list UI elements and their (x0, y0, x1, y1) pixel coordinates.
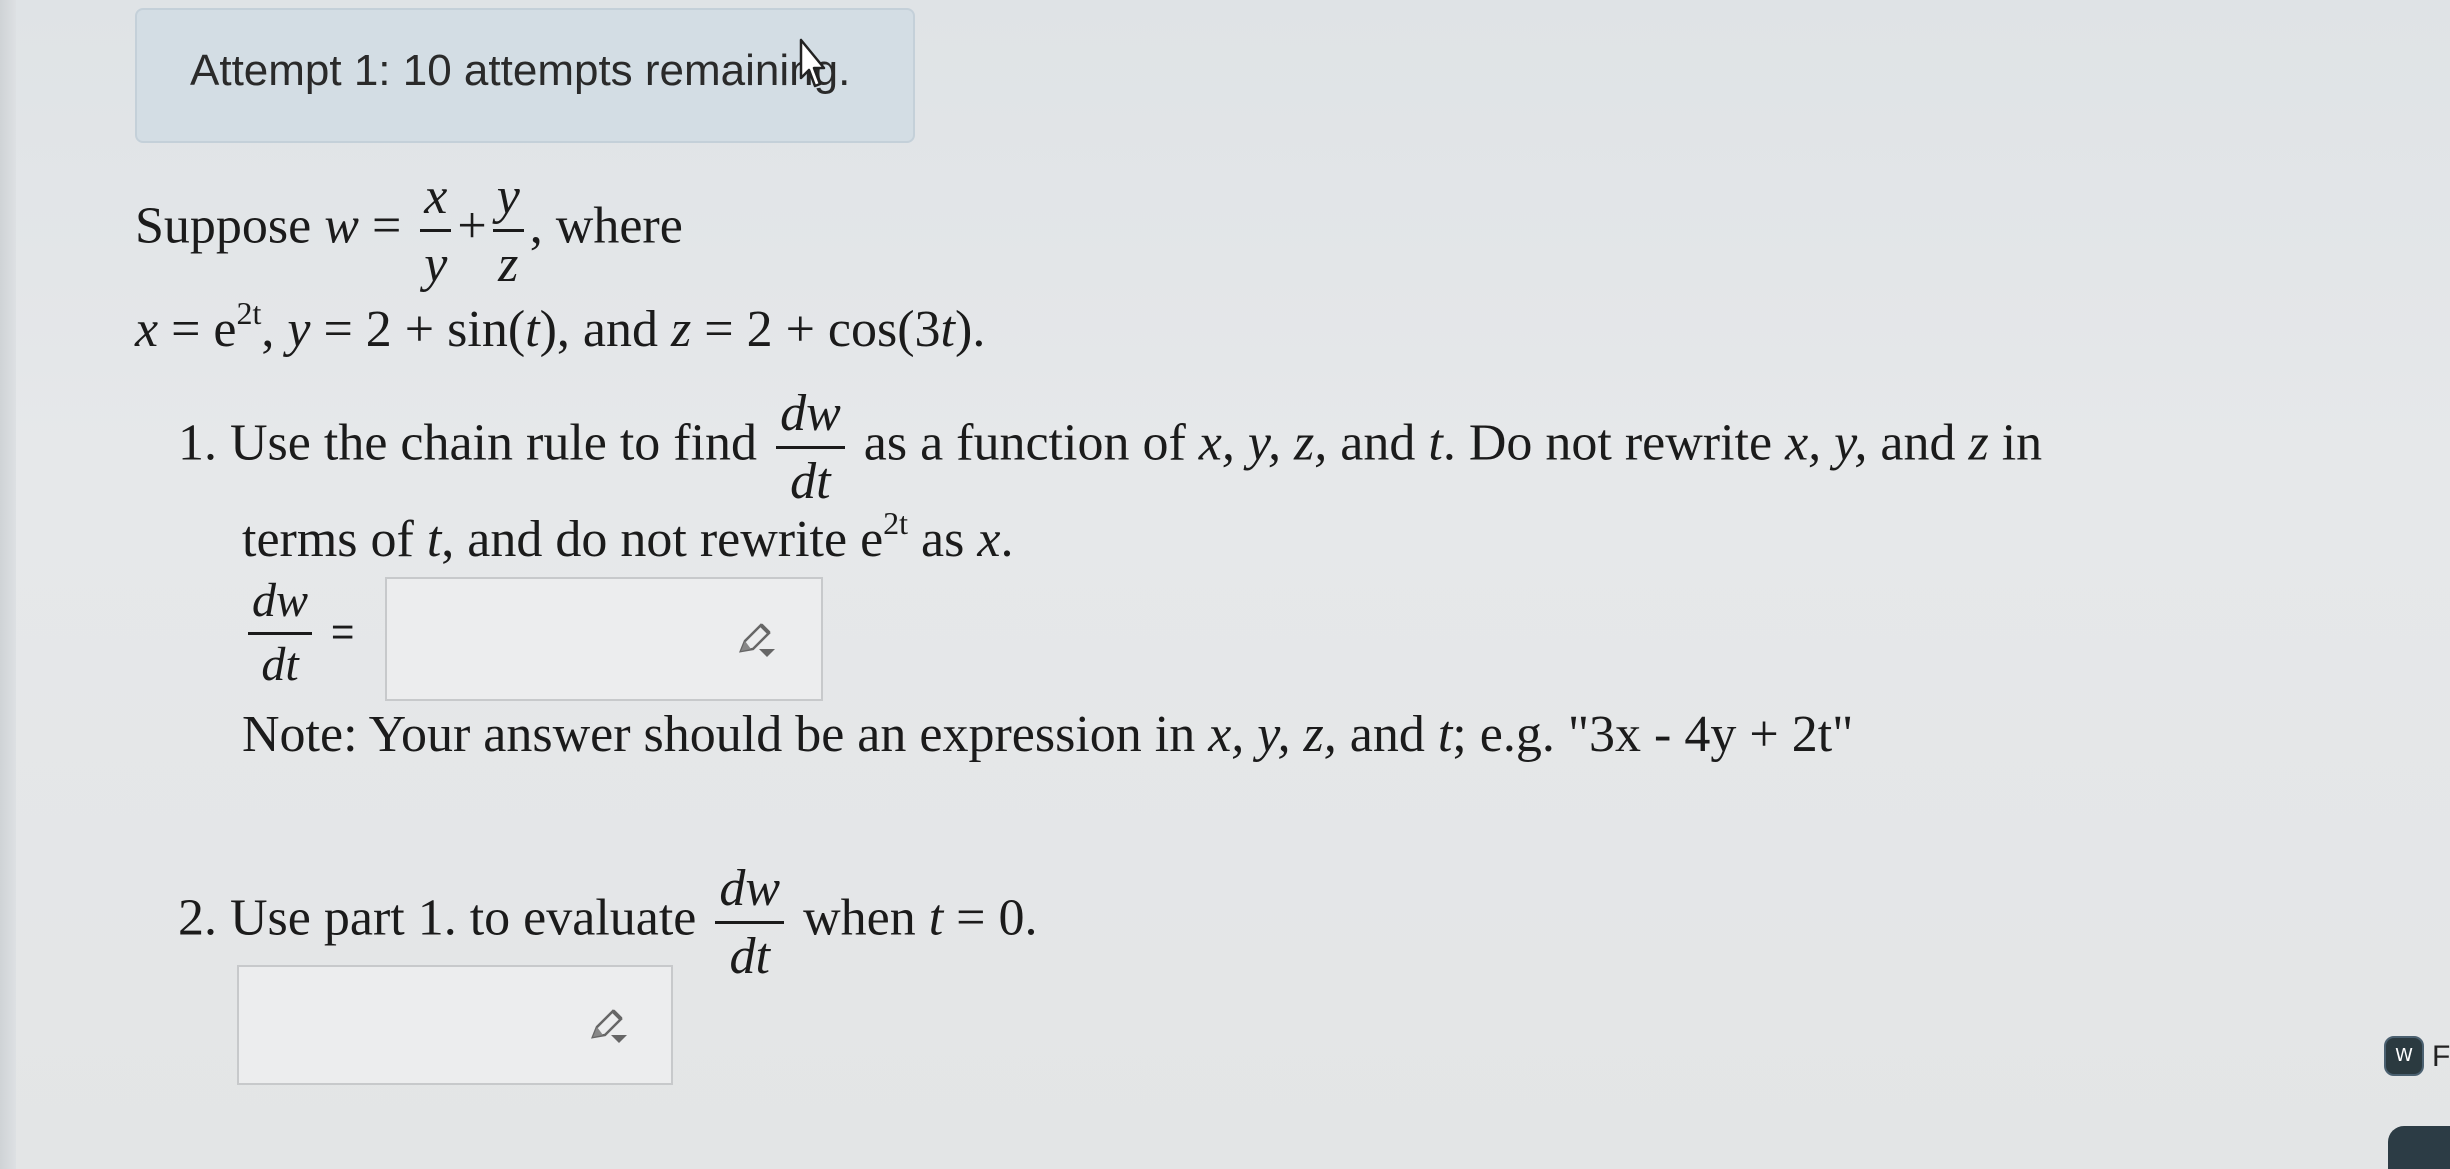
left-edge (0, 0, 16, 1169)
x-over-y-fraction: x y (420, 168, 452, 293)
dw-dt-fraction-2: dw dt (715, 860, 785, 985)
answer-input-1[interactable] (385, 577, 823, 701)
corner-widget[interactable] (2388, 1126, 2450, 1169)
answer-input-2[interactable] (237, 965, 673, 1085)
pencil-dropdown-icon[interactable] (735, 619, 779, 663)
attempt-text: Attempt 1: 10 attempts remaining. (190, 46, 851, 95)
app-badge-icon[interactable]: W (2384, 1036, 2424, 1076)
dw-dt-label-fraction: dw dt (248, 574, 313, 692)
corner-letter: F (2432, 1040, 2450, 1073)
part1-line-2: terms of t, and do not rewrite e2t as x. (242, 505, 1014, 568)
problem-line-1: Suppose w = x y + y z , where (135, 168, 683, 294)
dw-dt-fraction: dw dt (776, 385, 845, 510)
mouse-pointer-icon (799, 38, 826, 88)
y-over-z-fraction: y z (492, 168, 524, 293)
part1-note: Note: Your answer should be an expressio… (242, 706, 1854, 763)
problem-line-2: x = e2t, y = 2 + sin(t), and z = 2 + cos… (135, 295, 986, 358)
part1-question: 1. Use the chain rule to find dw dt as a… (178, 385, 2043, 511)
part1-answer-label: dw dt = (242, 574, 354, 692)
pencil-dropdown-icon[interactable] (587, 1005, 631, 1049)
